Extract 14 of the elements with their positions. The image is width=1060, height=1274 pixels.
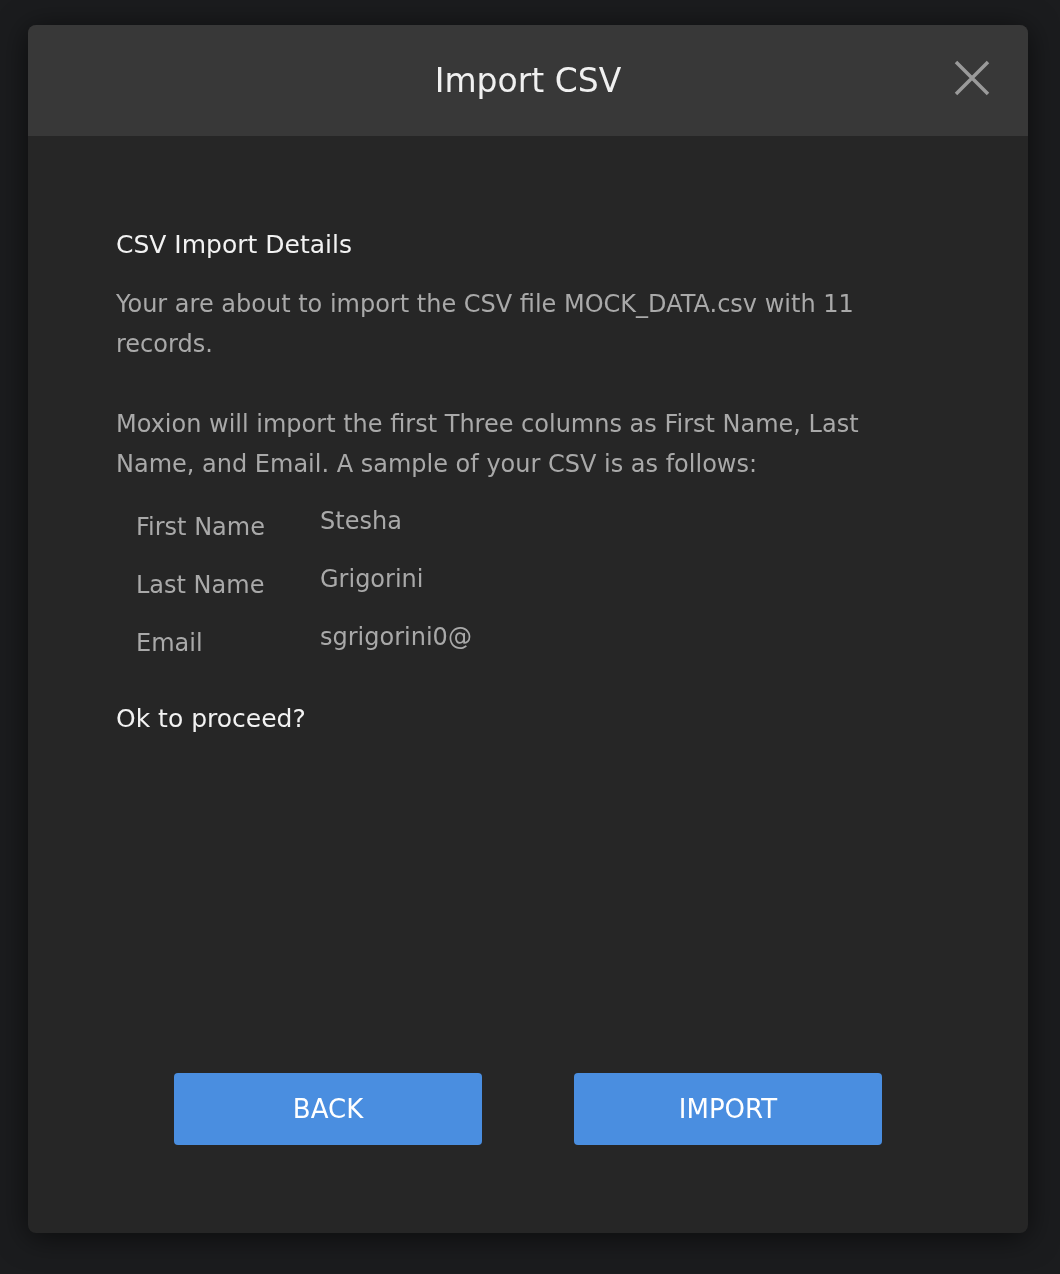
confirmation-question: Ok to proceed? xyxy=(116,702,307,735)
dialog-title: Import CSV xyxy=(434,59,622,102)
field-label: First Name xyxy=(136,511,266,543)
field-value: Grigorini xyxy=(320,563,425,595)
section-title: CSV Import Details xyxy=(116,229,353,261)
field-value: Stesha xyxy=(320,505,403,537)
field-label: Email xyxy=(136,627,204,659)
paragraph: Your are about to import the CSV file MOCK_DATA.csv with 11 records. xyxy=(116,288,855,360)
field-value: sgrigorini0@ xyxy=(320,621,473,653)
import-button[interactable]: IMPORT xyxy=(574,1073,882,1145)
field-label: Last Name xyxy=(136,569,266,601)
paragraph: Moxion will import the first Three columns as First Name, Last Name, and Email. A sample of your CSV is as follows: xyxy=(116,408,860,480)
close-icon[interactable] xyxy=(954,60,990,96)
back-button[interactable]: BACK xyxy=(174,1073,482,1145)
